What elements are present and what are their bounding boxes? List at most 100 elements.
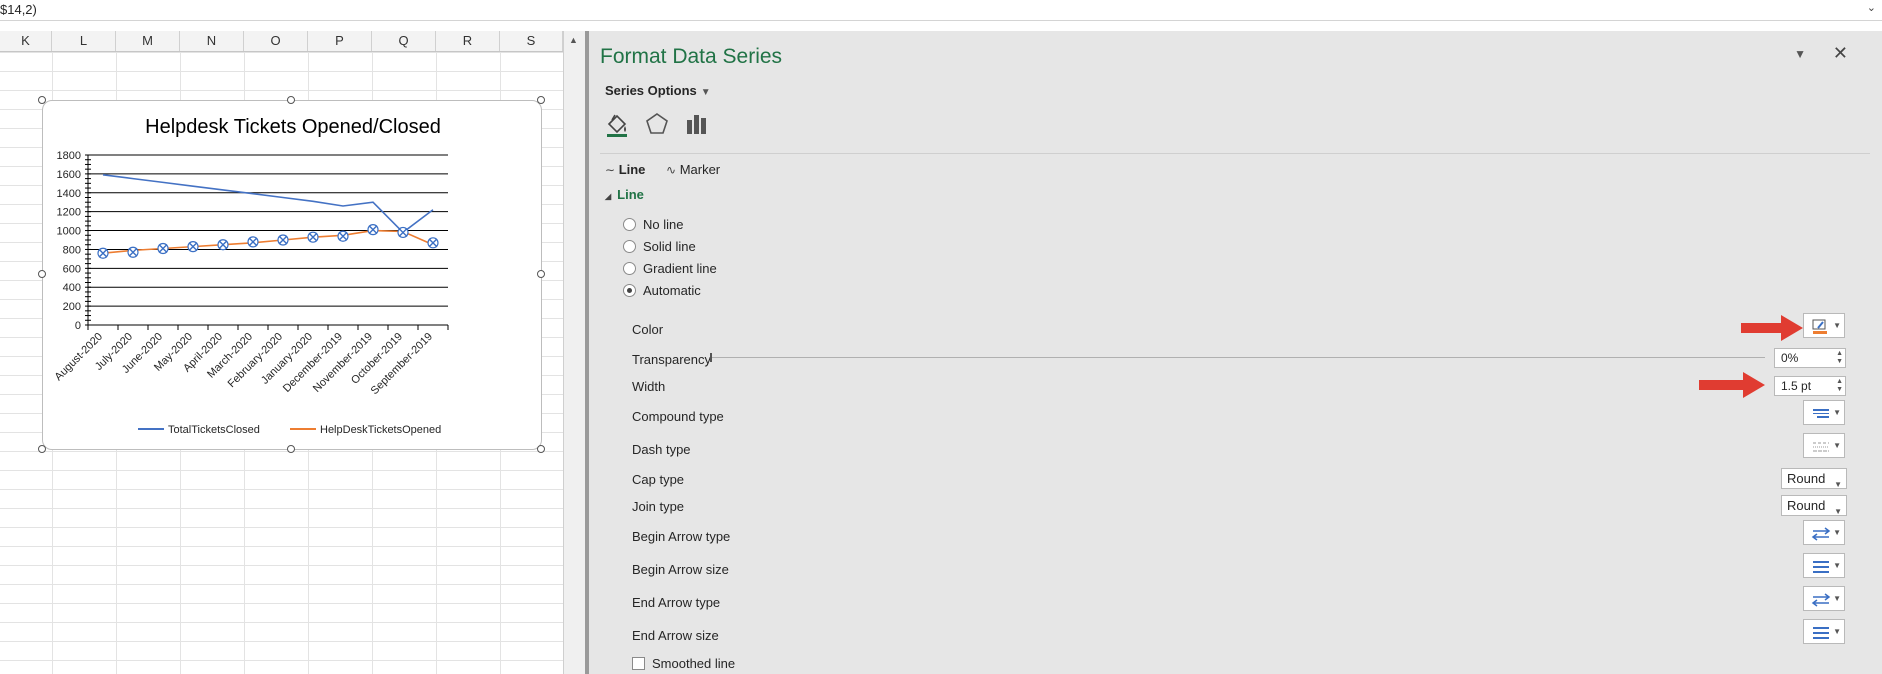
chart-legend[interactable]: TotalTicketsClosed HelpDeskTicketsOpened <box>138 424 441 436</box>
dash-type-label: Dash type <box>632 442 691 457</box>
effects-icon[interactable] <box>643 110 671 138</box>
series-selection-marker[interactable] <box>217 239 229 251</box>
series-selection-marker[interactable] <box>427 237 439 249</box>
legend-label-opened: HelpDeskTicketsOpened <box>320 424 441 436</box>
pane-options-chevron-icon[interactable]: ▼ <box>1794 47 1806 61</box>
col-header-k[interactable]: K <box>0 31 52 51</box>
series-options-label: Series Options <box>605 83 697 98</box>
resize-handle-bl[interactable] <box>38 445 46 453</box>
format-data-series-pane: Format Data Series ▼ ✕ Series Options ▼ ∼… <box>589 31 1882 674</box>
begin-arrow-size-label: Begin Arrow size <box>632 562 729 577</box>
spin-arrows-icon[interactable]: ▲ ▼ <box>1836 378 1843 394</box>
series-selection-marker[interactable] <box>247 236 259 248</box>
radio-automatic[interactable]: Automatic <box>623 283 701 298</box>
chart-title[interactable]: Helpdesk Tickets Opened/Closed <box>145 116 441 138</box>
radio-no-line[interactable]: No line <box>623 217 683 232</box>
radio-circle[interactable] <box>623 262 636 275</box>
col-header-s[interactable]: S <box>500 31 563 51</box>
chevron-down-icon: ▼ <box>1833 321 1841 330</box>
radio-circle[interactable] <box>623 240 636 253</box>
series-selection-marker[interactable] <box>277 234 289 246</box>
transparency-value: 0% <box>1781 351 1799 365</box>
resize-handle-tl[interactable] <box>38 96 46 104</box>
resize-handle-b[interactable] <box>287 445 295 453</box>
begin-arrow-type-label: Begin Arrow type <box>632 529 731 544</box>
close-icon[interactable]: ✕ <box>1833 43 1848 64</box>
compound-type-button[interactable]: ▼ <box>1803 400 1845 425</box>
scroll-up-icon[interactable]: ▲ <box>569 35 578 45</box>
color-picker-button[interactable]: ▼ <box>1803 313 1845 338</box>
y-tick-label: 1200 <box>57 207 81 219</box>
chevron-down-icon: ▼ <box>1833 561 1841 570</box>
vertical-scrollbar[interactable]: ▲ <box>563 31 586 674</box>
col-header-r[interactable]: R <box>436 31 500 51</box>
checkbox-box[interactable] <box>632 657 645 670</box>
join-type-value: Round <box>1787 498 1826 513</box>
formula-bar[interactable]: $14,2) ⌄ <box>0 0 1882 21</box>
transparency-spinner[interactable]: 0% ▲ ▼ <box>1774 348 1846 368</box>
series-selection-marker[interactable] <box>157 242 169 255</box>
tab-line[interactable]: ∼ Line <box>605 162 645 177</box>
series-selection-marker[interactable] <box>307 231 319 243</box>
col-header-p[interactable]: P <box>308 31 372 51</box>
fill-line-icon[interactable] <box>603 110 631 138</box>
tab-marker[interactable]: ∿ Marker <box>666 162 720 177</box>
cap-type-select[interactable]: Round ▼ <box>1781 468 1847 489</box>
chevron-down-icon: ▼ <box>1834 480 1842 489</box>
series-selection-marker[interactable] <box>397 226 409 239</box>
end-arrow-type-button[interactable]: ▼ <box>1803 586 1845 611</box>
series-selection-marker[interactable] <box>337 230 349 242</box>
radio-gradient-line[interactable]: Gradient line <box>623 261 717 276</box>
series-selection-marker[interactable] <box>127 246 139 258</box>
resize-handle-r[interactable] <box>537 270 545 278</box>
resize-handle-br[interactable] <box>537 445 545 453</box>
annotation-arrow-color <box>1741 315 1803 341</box>
smoothed-line-checkbox[interactable]: Smoothed line <box>632 656 735 671</box>
y-tick-label: 800 <box>63 244 81 256</box>
series-line-0[interactable] <box>102 174 434 234</box>
tab-line-label: Line <box>618 162 646 177</box>
spin-arrows-icon[interactable]: ▲ ▼ <box>1836 350 1843 366</box>
col-header-l[interactable]: L <box>52 31 116 51</box>
line-section-header[interactable]: ◢ Line <box>605 187 644 202</box>
end-arrow-size-button[interactable]: ▼ <box>1803 619 1845 644</box>
transparency-slider[interactable] <box>710 353 1765 362</box>
radio-label-gradient-line: Gradient line <box>643 261 717 276</box>
radio-circle-selected[interactable] <box>623 284 636 297</box>
series-selection-marker[interactable] <box>187 241 199 253</box>
resize-handle-l[interactable] <box>38 270 46 278</box>
width-label: Width <box>632 379 666 394</box>
radio-circle[interactable] <box>623 218 636 231</box>
series-selection-marker[interactable] <box>97 247 109 259</box>
x-tick-label: August-2020 <box>53 331 106 384</box>
radio-solid-line[interactable]: Solid line <box>623 239 696 254</box>
color-label: Color <box>632 322 664 337</box>
resize-handle-tr[interactable] <box>537 96 545 104</box>
collapse-triangle-icon: ◢ <box>605 192 612 201</box>
col-header-o[interactable]: O <box>244 31 308 51</box>
col-header-n[interactable]: N <box>180 31 244 51</box>
slider-thumb[interactable] <box>710 353 712 362</box>
chart-area[interactable]: Helpdesk Tickets Opened/Closed 0 200 400 60… <box>42 100 542 450</box>
chevron-down-icon: ▼ <box>700 87 711 98</box>
y-tick-label: 400 <box>63 282 81 294</box>
join-type-select[interactable]: Round ▼ <box>1781 495 1847 516</box>
section-label: Line <box>617 187 644 202</box>
compound-type-label: Compound type <box>632 409 724 424</box>
series-options-dropdown[interactable]: Series Options ▼ <box>605 83 711 98</box>
series-options-icon[interactable] <box>683 110 711 138</box>
width-spinner[interactable]: 1.5 pt ▲ ▼ <box>1774 376 1846 396</box>
chevron-down-icon: ▼ <box>1834 507 1842 516</box>
tab-marker-label: Marker <box>679 162 721 177</box>
col-header-q[interactable]: Q <box>372 31 436 51</box>
begin-arrow-size-button[interactable]: ▼ <box>1803 553 1845 578</box>
begin-arrow-type-button[interactable]: ▼ <box>1803 520 1845 545</box>
series-selection-marker[interactable] <box>367 224 379 236</box>
radio-label-no-line: No line <box>643 217 684 232</box>
dash-type-button[interactable]: ▼ <box>1803 433 1845 458</box>
marker-tab-icon: ∿ <box>666 163 677 177</box>
chevron-down-icon: ▼ <box>1833 441 1841 450</box>
expand-formula-icon[interactable]: ⌄ <box>1867 1 1876 14</box>
col-header-m[interactable]: M <box>116 31 180 51</box>
resize-handle-t[interactable] <box>287 96 295 104</box>
